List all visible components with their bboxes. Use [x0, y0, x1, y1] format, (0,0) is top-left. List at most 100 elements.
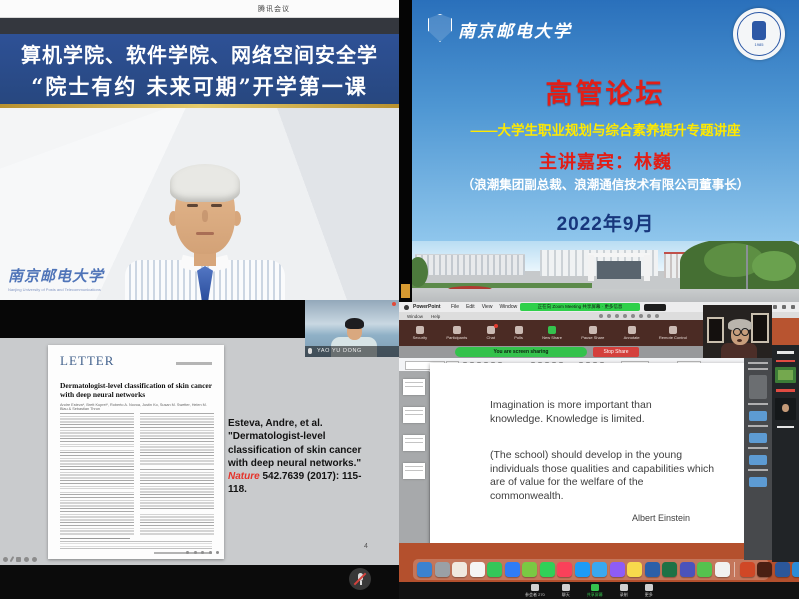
menu-view[interactable]: View [482, 304, 493, 310]
slide-subtitle: ——大学生职业规划与综合素养提升专题讲座 [412, 119, 799, 139]
security-icon [416, 326, 424, 334]
annotation-toolbar[interactable] [3, 556, 37, 562]
color-dot-icon [32, 557, 37, 562]
participant-video-thumbnail[interactable]: YAO YU DONG [305, 300, 399, 357]
citation-pre: Esteva, Andre, et al. "Dermatologist-lev… [228, 418, 361, 469]
slide-thumbnail[interactable] [403, 379, 425, 395]
toolbar-pause-share-button[interactable]: Pause Share [581, 326, 604, 340]
dock-podcasts-icon[interactable] [610, 562, 625, 577]
apple-icon[interactable] [404, 305, 409, 310]
toolbar-polls-button[interactable]: Polls [514, 326, 523, 340]
picture-frame [707, 317, 724, 343]
banner-line-1: 算机学院、软件学院、网络空间安全学 [0, 39, 399, 68]
dock-teams-icon[interactable] [680, 562, 695, 577]
paper-column-right [140, 413, 214, 535]
banner-line-2: “院士有约 未来可期”开学第一课 [0, 71, 399, 101]
participants-icon [453, 326, 461, 334]
dock-word-icon[interactable] [775, 562, 790, 577]
dock-notes-icon[interactable] [452, 562, 467, 577]
dock-wechat-icon[interactable] [697, 562, 712, 577]
page-dots[interactable] [186, 551, 219, 554]
dock-excel-icon[interactable] [662, 562, 677, 577]
slide-thumbnail[interactable] [403, 463, 425, 479]
forum-title-slide: 南京邮电大学 1985 高管论坛 ——大学生职业规划与综合素养提升专题讲座 主讲… [412, 0, 799, 241]
submenu-help[interactable]: Help [431, 314, 440, 319]
participant-strip[interactable] [772, 345, 799, 562]
dock-safari-icon[interactable] [592, 562, 607, 577]
side-panel-chat[interactable] [744, 358, 772, 560]
zoom-sharing-badge[interactable]: 正在向 Zoom Meeting 共享屏幕 · 更多信息 [520, 303, 640, 311]
menu-edit[interactable]: Edit [466, 304, 475, 310]
dock-app-store-icon[interactable] [575, 562, 590, 577]
toolbar-participants-button[interactable]: Participants [446, 326, 467, 340]
action-button[interactable] [749, 411, 767, 421]
dock-chrome-icon[interactable] [715, 562, 730, 577]
seal-year: 1985 [733, 42, 785, 47]
more-button[interactable]: 更多 [645, 583, 653, 598]
toolbar-security-button[interactable]: Security [413, 326, 427, 340]
shared-screen-thumb[interactable] [775, 367, 796, 383]
dock-illustrator-icon[interactable] [757, 562, 772, 577]
dock-launchpad-icon[interactable] [435, 562, 450, 577]
gate-pillar [644, 255, 650, 281]
paper-section-kicker: LETTER [60, 353, 114, 369]
dock-finder-icon[interactable] [417, 562, 432, 577]
participant-thumb[interactable] [775, 398, 796, 420]
dock [413, 559, 769, 580]
action-button[interactable] [749, 455, 767, 465]
slide-thumbnail[interactable] [403, 435, 425, 451]
action-button[interactable] [749, 433, 767, 443]
campus-building-left [415, 254, 525, 275]
toolbar-remote-control-button[interactable]: Remote Control [659, 326, 687, 340]
zoom-toolbar: Security Participants Chat Polls New Share Pa… [399, 320, 729, 346]
laser-tool-icon [3, 557, 8, 562]
mouth [737, 339, 742, 342]
dock-messages-icon[interactable] [487, 562, 502, 577]
lecture-banner: 算机学院、软件学院、网络空间安全学 “院士有约 未来可期”开学第一课 [0, 34, 399, 104]
mute-microphone-button[interactable] [349, 568, 371, 590]
control-label: 更多 [645, 592, 653, 598]
participant-name: YAO YU DONG [317, 348, 362, 354]
share-screen-button[interactable]: 共享屏幕 [587, 583, 603, 598]
dock-keynote-icon[interactable] [792, 562, 799, 577]
host-video-thumbnail[interactable] [703, 305, 772, 358]
njupt-logo-en: Nanjing University of Posts and Telecomm… [8, 287, 138, 292]
slide-thumbnail[interactable] [403, 407, 425, 423]
file-card[interactable] [749, 375, 767, 399]
dock-mail-icon[interactable] [505, 562, 520, 577]
paper-column-left [60, 413, 134, 535]
panel-text-line [748, 447, 768, 449]
paper-authors: Andre Esteva*, Brett Kuprel*, Roberto A.… [60, 403, 212, 411]
toolbar-new-share-button[interactable]: New Share [542, 326, 562, 340]
action-button[interactable] [749, 477, 767, 487]
menubar-clock [644, 304, 666, 311]
dock-music-icon[interactable] [557, 562, 572, 577]
slide-title: 高管论坛 [412, 72, 799, 111]
quick-access-icons[interactable] [599, 314, 659, 318]
toolbar-label: Security [413, 335, 427, 340]
chat-button[interactable]: 聊天 [562, 583, 570, 598]
record-button[interactable]: 录制 [620, 583, 628, 598]
dock-calendar-icon[interactable] [470, 562, 485, 577]
toolbar-annotate-button[interactable]: Annotate [624, 326, 640, 340]
einstein-quote-slide[interactable]: Imagination is more important than knowl… [430, 363, 745, 547]
academician-video-feed: 南京邮电大学 Nanjing University of Posts and T… [0, 108, 399, 300]
dock-maps-icon[interactable] [522, 562, 537, 577]
menu-file[interactable]: File [451, 304, 459, 310]
dock-photos-icon[interactable] [627, 562, 642, 577]
dock-facetime-icon[interactable] [540, 562, 555, 577]
bottom-letterbox-bar [0, 565, 399, 599]
gray-hair [728, 319, 752, 330]
participants-button[interactable]: 参会者 270 [525, 583, 545, 598]
stop-share-button[interactable]: Stop Share [593, 347, 639, 357]
menubar-app-name[interactable]: PowerPoint [413, 304, 441, 310]
dock-powerpoint-icon[interactable] [740, 562, 755, 577]
panel-text-line [748, 403, 768, 405]
light-pole [746, 245, 748, 289]
participant-name-label: YAO YU DONG [305, 346, 399, 357]
submenu-window[interactable]: Window [407, 314, 423, 319]
toolbar-chat-button[interactable]: Chat [487, 326, 495, 340]
dock-browser-globe-icon[interactable] [645, 562, 660, 577]
control-label: 参会者 270 [525, 592, 545, 598]
menu-window[interactable]: Window [499, 304, 517, 310]
